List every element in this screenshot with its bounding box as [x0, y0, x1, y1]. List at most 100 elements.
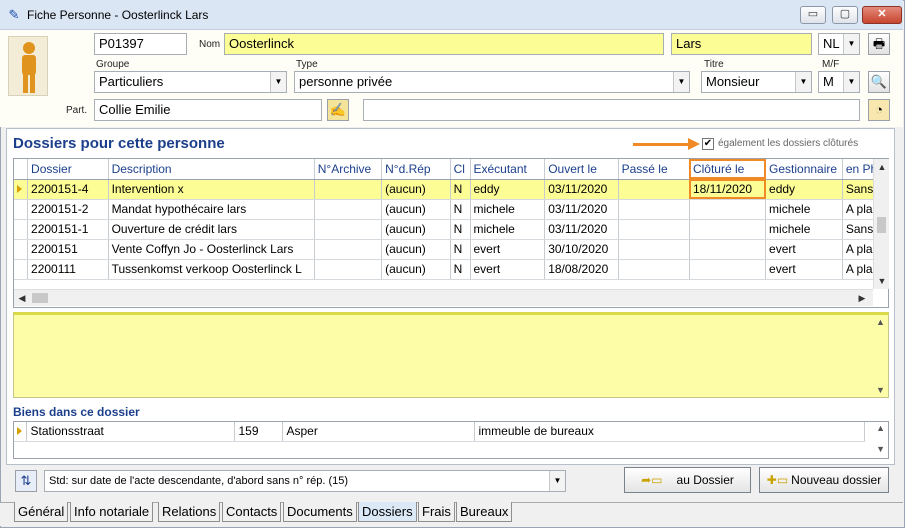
scroll-down-icon[interactable]: ▼: [876, 444, 885, 454]
titre-select[interactable]: Monsieur ▼: [701, 71, 812, 93]
horizontal-scrollbar[interactable]: ◀ ▶: [14, 289, 873, 306]
biens-grid: Stationsstraat 159 Asper immeuble de bur…: [13, 421, 889, 459]
mf-select[interactable]: M ▼: [818, 71, 860, 93]
row-indicator: [14, 219, 29, 240]
tab-bureaux[interactable]: Bureaux: [456, 502, 513, 522]
scroll-down-icon[interactable]: ▼: [874, 273, 890, 289]
tab-general[interactable]: Général: [14, 502, 69, 522]
cell-description: Vente Coffyn Jo - Oosterlinck Lars: [108, 239, 315, 260]
cell-executant: evert: [470, 259, 546, 280]
scroll-right-icon[interactable]: ▶: [854, 290, 870, 306]
tab-info-notariale[interactable]: Info notariale: [70, 502, 154, 522]
type-label: Type: [296, 59, 318, 70]
col-executant[interactable]: Exécutant: [470, 159, 546, 180]
maximize-button[interactable]: ▢: [832, 6, 858, 24]
col-ouvert[interactable]: Ouvert le: [544, 159, 619, 180]
cell-dossier: 2200151-2: [27, 199, 109, 220]
tab-documents[interactable]: Documents: [283, 502, 357, 522]
table-row[interactable]: 2200151-4 Intervention x (aucun) Neddy 03/11…: [14, 179, 888, 200]
table-row[interactable]: Stationsstraat 159 Asper immeuble de bur…: [14, 422, 865, 442]
table-row[interactable]: 2200111 Tussenkomst verkoop Oosterlinck L…: [14, 259, 888, 280]
cell-archive: [314, 259, 383, 280]
scroll-down-icon[interactable]: ▼: [876, 385, 886, 395]
col-cloture[interactable]: Clôturé le: [689, 159, 767, 180]
scroll-thumb[interactable]: [877, 217, 886, 233]
chevron-down-icon[interactable]: ▼: [673, 72, 689, 92]
dossier-memo[interactable]: ▲ ▼: [13, 312, 889, 398]
partner-lookup-button[interactable]: ✍: [327, 99, 349, 121]
col-description[interactable]: Description: [108, 159, 315, 180]
sort-select[interactable]: Std: sur date de l'acte descendante, d'a…: [44, 470, 566, 492]
tab-relations[interactable]: Relations: [158, 502, 221, 522]
col-cl[interactable]: Cl: [450, 159, 471, 180]
vertical-scrollbar[interactable]: ▲ ▼: [873, 159, 889, 289]
cell-executant: michele: [470, 219, 546, 240]
cell-executant: evert: [470, 239, 546, 260]
scroll-up-icon[interactable]: ▲: [874, 159, 890, 175]
chevron-down-icon[interactable]: ▼: [270, 72, 286, 92]
sort-options-button[interactable]: ⇅: [15, 470, 37, 492]
chevron-down-icon[interactable]: ▼: [843, 34, 859, 54]
tab-frais[interactable]: Frais: [418, 502, 455, 522]
scroll-up-icon[interactable]: ▲: [876, 423, 885, 433]
show-closed-checkbox[interactable]: ✔: [702, 138, 714, 150]
cell-executant: michele: [470, 199, 546, 220]
cell-gestionnaire: evert: [765, 259, 843, 280]
new-dossier-button[interactable]: ✚▭ Nouveau dossier: [759, 467, 889, 493]
bien-city: Asper: [282, 422, 475, 442]
search-button[interactable]: 🔍: [868, 71, 890, 93]
bien-kind: immeuble de bureaux: [474, 422, 865, 442]
col-passe[interactable]: Passé le: [618, 159, 690, 180]
partner-field[interactable]: Collie Emilie: [94, 99, 322, 121]
minimize-button[interactable]: ▭: [800, 6, 826, 24]
col-archive[interactable]: N°Archive: [314, 159, 383, 180]
table-row[interactable]: 2200151-2 Mandat hypothécaire lars (aucun)…: [14, 199, 888, 220]
cell-cloture: [689, 259, 767, 280]
indicator-header: [14, 159, 29, 180]
chevron-down-icon[interactable]: ▼: [843, 72, 859, 92]
row-indicator: [14, 422, 27, 442]
lastname-field[interactable]: Oosterlinck: [224, 33, 664, 55]
biens-table: Stationsstraat 159 Asper immeuble de bur…: [14, 422, 865, 442]
history-button[interactable]: ◔: [868, 99, 890, 121]
type-select[interactable]: personne privée ▼: [294, 71, 690, 93]
chevron-down-icon[interactable]: ▼: [795, 72, 811, 92]
scroll-left-icon[interactable]: ◀: [14, 290, 30, 306]
au-dossier-button[interactable]: ➦▭ au Dossier: [624, 467, 751, 493]
cell-gestionnaire: eddy: [765, 179, 843, 200]
titre-value: Monsieur: [706, 74, 760, 89]
mf-value: M: [823, 74, 834, 89]
close-button[interactable]: ✕: [862, 6, 902, 24]
col-dossier[interactable]: Dossier: [27, 159, 109, 180]
bien-street: Stationsstraat: [26, 422, 235, 442]
language-select[interactable]: NL ▼: [818, 33, 860, 55]
tab-dossiers[interactable]: Dossiers: [358, 502, 417, 522]
table-row[interactable]: 2200151 Vente Coffyn Jo - Oosterlinck Lar…: [14, 239, 888, 260]
col-rep[interactable]: N°d.Rép: [381, 159, 451, 180]
extra-field[interactable]: [363, 99, 860, 121]
row-pointer-icon: [17, 185, 22, 193]
cell-description: Ouverture de crédit lars: [108, 219, 315, 240]
hscroll-thumb[interactable]: [32, 293, 48, 303]
cell-archive: [314, 199, 383, 220]
firstname-field[interactable]: Lars: [671, 33, 812, 55]
sort-icon: ⇅: [20, 473, 32, 488]
row-indicator: [14, 179, 29, 200]
cell-archive: [314, 239, 383, 260]
person-code-field[interactable]: P01397: [94, 33, 187, 55]
dossiers-table: Dossier Description N°Archive N°d.Rép Cl…: [14, 159, 888, 280]
groupe-label: Groupe: [96, 59, 130, 70]
scroll-up-icon[interactable]: ▲: [876, 317, 886, 327]
printer-icon: 🖶: [872, 36, 886, 51]
col-gestionnaire[interactable]: Gestionnaire: [765, 159, 843, 180]
print-button[interactable]: 🖶: [868, 33, 890, 55]
tab-contacts[interactable]: Contacts: [222, 502, 282, 522]
table-row[interactable]: 2200151-1 Ouverture de crédit lars (aucun)…: [14, 219, 888, 240]
person-avatar: [8, 36, 48, 96]
dossiers-section-title: Dossiers pour cette personne: [13, 135, 225, 152]
search-icon: 🔍: [870, 74, 888, 89]
cell-ouvert: 03/11/2020: [544, 199, 619, 220]
cell-archive: [314, 179, 383, 200]
groupe-select[interactable]: Particuliers ▼: [94, 71, 287, 93]
chevron-down-icon[interactable]: ▼: [549, 471, 565, 491]
